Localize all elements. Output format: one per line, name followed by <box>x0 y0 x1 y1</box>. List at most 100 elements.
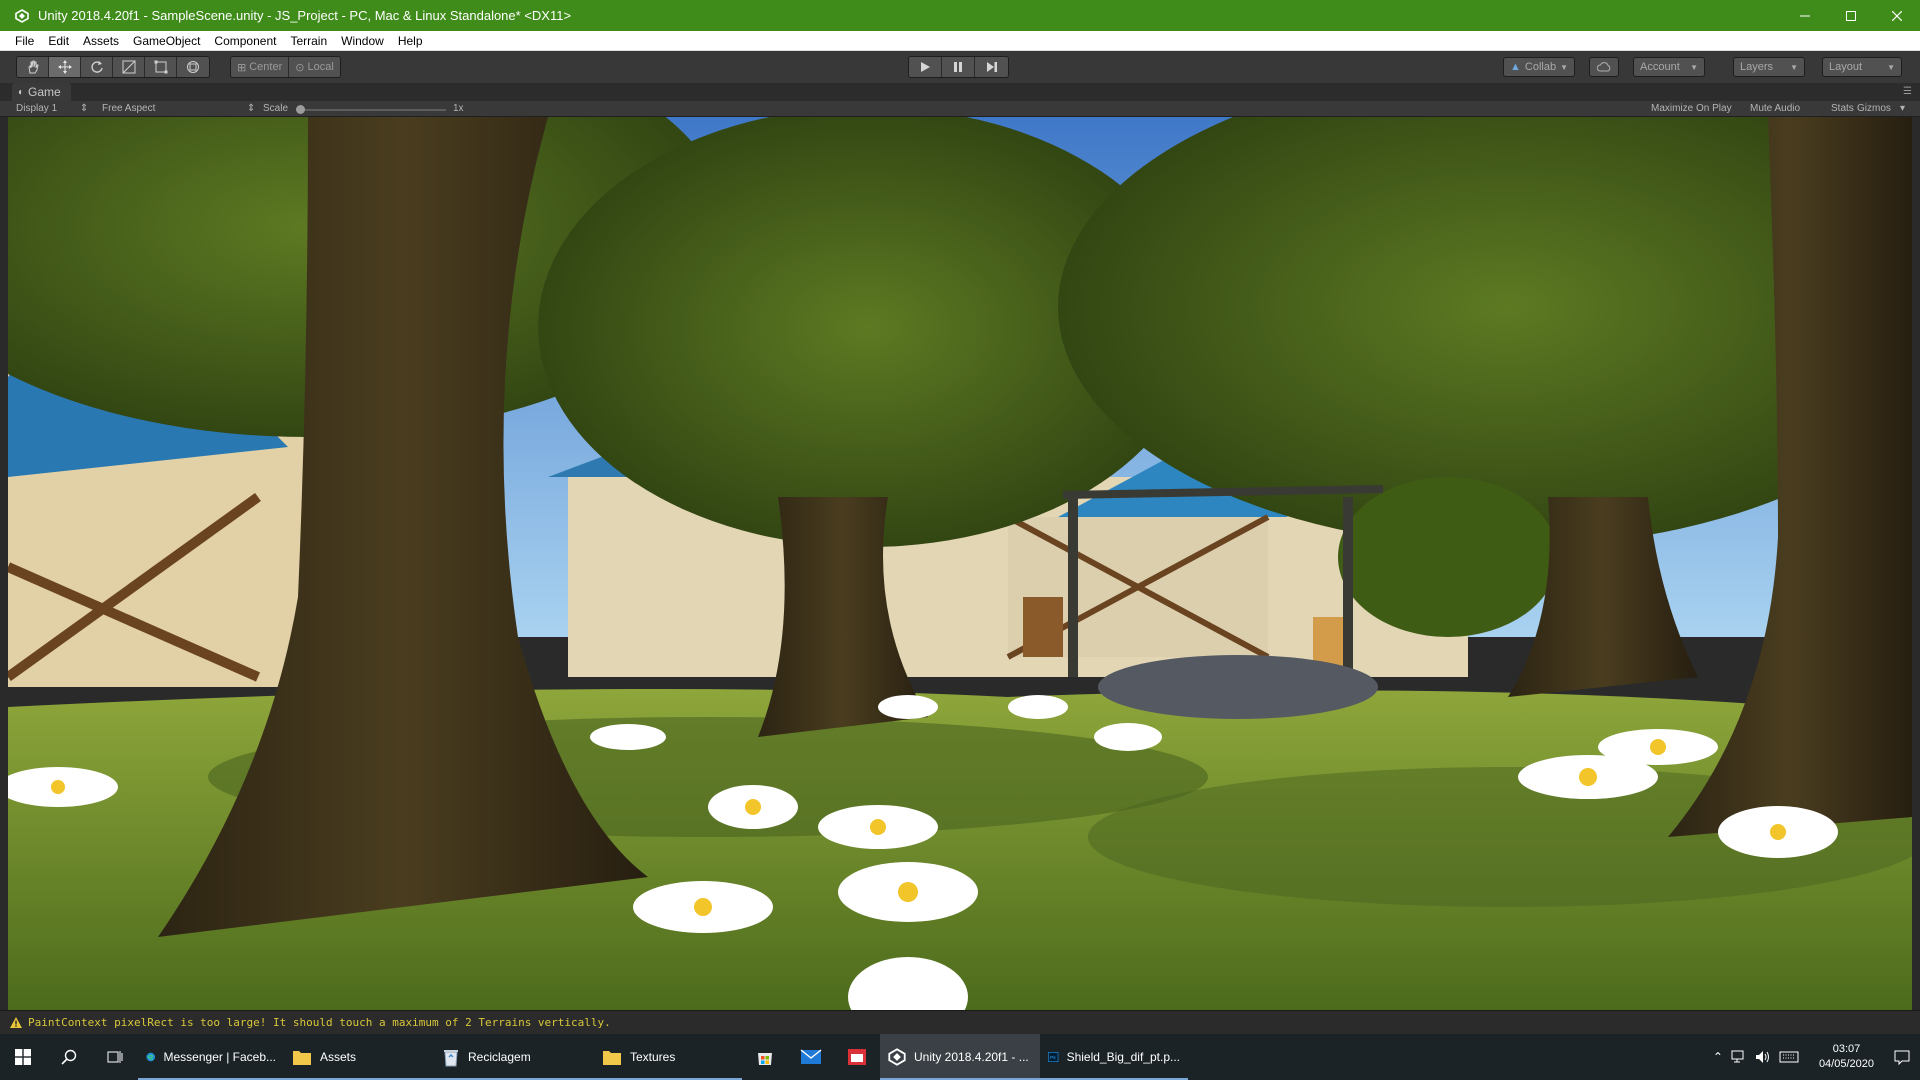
maximize-on-play-toggle[interactable]: Maximize On Play <box>1651 103 1732 114</box>
display-dropdown[interactable]: Display 1 <box>16 103 57 114</box>
cloud-services-button[interactable] <box>1589 57 1619 77</box>
taskbar-app-reciclagem[interactable]: Reciclagem <box>434 1034 594 1080</box>
tab-menu-icon[interactable]: ☰ <box>1903 86 1912 97</box>
warning-icon <box>10 1017 22 1028</box>
playback-controls <box>908 56 1009 78</box>
window-title: Unity 2018.4.20f1 - SampleScene.unity - … <box>38 8 572 23</box>
folder-icon <box>293 1051 311 1065</box>
taskbar-mail[interactable] <box>788 1034 834 1080</box>
unity-icon <box>888 1048 906 1066</box>
collab-button[interactable]: ▲ Collab ▼ <box>1503 57 1575 77</box>
chevron-down-icon: ▼ <box>1790 62 1798 72</box>
menu-assets[interactable]: Assets <box>76 31 126 51</box>
taskbar-app-red[interactable] <box>834 1034 880 1080</box>
pause-icon <box>954 62 962 72</box>
scale-value: 1x <box>453 103 464 114</box>
menu-terrain[interactable]: Terrain <box>283 31 334 51</box>
notification-icon[interactable] <box>1894 1049 1910 1065</box>
rect-tool-icon[interactable] <box>145 57 177 77</box>
game-tab-strip: ◐ Game ☰ <box>0 83 1920 101</box>
chevron-updown-icon: ⇕ <box>80 103 89 114</box>
scale-slider-handle[interactable] <box>296 105 305 114</box>
taskbar-app-unity[interactable]: Unity 2018.4.20f1 - ... <box>880 1034 1040 1080</box>
taskbar-app-messenger[interactable]: Messenger | Faceb... <box>138 1034 284 1080</box>
taskbar-app-assets[interactable]: Assets <box>284 1034 434 1080</box>
window-controls <box>1782 0 1920 31</box>
search-icon <box>61 1049 77 1065</box>
title-bar: Unity 2018.4.20f1 - SampleScene.unity - … <box>0 0 1920 31</box>
console-message: PaintContext pixelRect is too large! It … <box>28 1016 611 1029</box>
menu-edit[interactable]: Edit <box>41 31 76 51</box>
clock-time: 03:07 <box>1832 1043 1861 1055</box>
layers-dropdown[interactable]: Layers ▼ <box>1733 57 1805 77</box>
step-button[interactable] <box>975 57 1008 77</box>
system-tray: ⌃ 03:07 04/05/2020 <box>1713 1034 1920 1080</box>
move-tool-icon[interactable] <box>49 57 81 77</box>
menu-window[interactable]: Window <box>334 31 391 51</box>
minimize-button[interactable] <box>1782 0 1828 31</box>
windows-taskbar: Messenger | Faceb... Assets Reciclagem T… <box>0 1034 1920 1080</box>
game-controller-icon: ◐ <box>18 86 25 98</box>
pivot-local-button[interactable]: ⊙ Local <box>289 57 340 77</box>
svg-text:Ps: Ps <box>1050 1055 1056 1061</box>
photoshop-icon: Ps <box>1048 1051 1059 1063</box>
volume-icon[interactable] <box>1755 1050 1771 1064</box>
unity-logo-icon <box>14 8 30 24</box>
folder-icon <box>603 1051 621 1065</box>
task-view-button[interactable] <box>92 1034 138 1080</box>
chevron-down-icon: ▼ <box>1560 62 1568 72</box>
step-icon <box>986 62 997 72</box>
play-icon <box>921 62 930 72</box>
mute-audio-toggle[interactable]: Mute Audio <box>1750 103 1800 114</box>
pivot-center-button[interactable]: ⊞ Center <box>231 57 290 77</box>
chevron-down-icon: ▼ <box>1887 62 1895 72</box>
game-view-controls: Display 1 ⇕ Free Aspect ⇕ Scale 1x Maxim… <box>0 101 1920 117</box>
taskbar-store[interactable] <box>742 1034 788 1080</box>
game-view-render[interactable] <box>8 117 1912 1010</box>
start-button[interactable] <box>0 1034 46 1080</box>
menu-file[interactable]: File <box>8 31 41 51</box>
scale-slider-track[interactable] <box>296 109 446 111</box>
menu-component[interactable]: Component <box>207 31 283 51</box>
maximize-button[interactable] <box>1828 0 1874 31</box>
unity-editor-window: Unity 2018.4.20f1 - SampleScene.unity - … <box>0 0 1920 1080</box>
main-toolbar: ⊞ Center ⊙ Local ▲ Collab ▼ Account ▼ La… <box>0 51 1920 83</box>
mail-icon <box>800 1049 822 1064</box>
account-dropdown[interactable]: Account ▼ <box>1633 57 1705 77</box>
pivot-local-icon: ⊙ <box>295 61 305 74</box>
task-view-icon <box>107 1051 123 1063</box>
pause-button[interactable] <box>942 57 975 77</box>
transform-tools <box>16 56 210 78</box>
calendar-app-icon <box>848 1049 866 1065</box>
play-button[interactable] <box>909 57 942 77</box>
menu-gameobject[interactable]: GameObject <box>126 31 207 51</box>
close-button[interactable] <box>1874 0 1920 31</box>
network-icon[interactable] <box>1731 1050 1747 1064</box>
taskbar-clock[interactable]: 03:07 04/05/2020 <box>1807 1042 1886 1072</box>
chevron-down-icon: ▾ <box>1900 103 1906 114</box>
chevron-up-icon[interactable]: ⌃ <box>1713 1050 1723 1064</box>
taskbar-app-textures[interactable]: Textures <box>594 1034 742 1080</box>
clock-date: 04/05/2020 <box>1818 1058 1874 1070</box>
aspect-dropdown[interactable]: Free Aspect <box>102 103 155 114</box>
taskbar-app-photoshop[interactable]: Ps Shield_Big_dif_pt.p... <box>1040 1034 1188 1080</box>
stats-toggle[interactable]: Stats <box>1831 103 1854 114</box>
windows-logo-icon <box>15 1049 31 1065</box>
menu-bar: File Edit Assets GameObject Component Te… <box>0 31 1920 51</box>
scale-tool-icon[interactable] <box>113 57 145 77</box>
menu-help[interactable]: Help <box>391 31 430 51</box>
search-button[interactable] <box>46 1034 92 1080</box>
scene-render-image <box>8 117 1912 1010</box>
transform-tool-icon[interactable] <box>177 57 209 77</box>
pivot-toggles: ⊞ Center ⊙ Local <box>230 56 341 78</box>
scale-label: Scale <box>263 103 289 114</box>
cloud-icon <box>1597 62 1611 72</box>
hand-tool-icon[interactable] <box>17 57 49 77</box>
console-status-bar[interactable]: PaintContext pixelRect is too large! It … <box>0 1010 1920 1034</box>
tab-game[interactable]: ◐ Game <box>12 83 71 101</box>
keyboard-icon[interactable] <box>1779 1050 1799 1064</box>
cloud-upload-icon: ▲ <box>1510 61 1521 73</box>
gizmos-dropdown[interactable]: Gizmos <box>1857 103 1891 114</box>
rotate-tool-icon[interactable] <box>81 57 113 77</box>
layout-dropdown[interactable]: Layout ▼ <box>1822 57 1902 77</box>
